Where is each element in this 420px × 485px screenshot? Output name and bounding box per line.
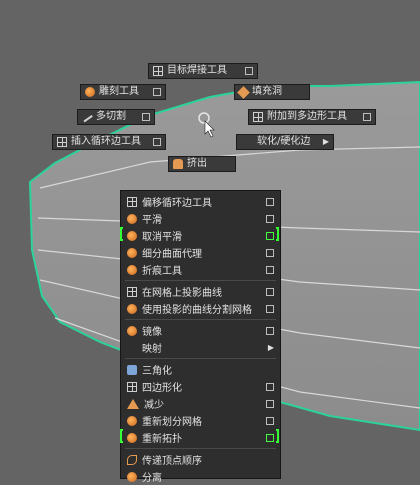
append-polygon-label: 附加到多边形工具 <box>267 111 347 122</box>
menu-item-separate[interactable]: 分离 <box>121 468 280 485</box>
menu-item-remesh[interactable]: 重新划分网格 <box>121 412 280 429</box>
option-box[interactable] <box>363 113 371 121</box>
option-box-highlighted[interactable] <box>266 231 274 240</box>
option-box[interactable] <box>266 399 274 408</box>
menu-item-subdiv-proxy[interactable]: 细分曲面代理 <box>121 244 280 261</box>
multi-cut-button[interactable]: 多切割 <box>77 109 155 125</box>
menu-item-quadrangulate[interactable]: 四边形化 <box>121 378 280 395</box>
menu-item-label: 镜像 <box>142 327 162 338</box>
sculpt-icon <box>85 87 95 97</box>
menu-item-label: 细分曲面代理 <box>142 249 202 260</box>
menu-separator <box>125 319 276 320</box>
menu-separator <box>125 280 276 281</box>
insert-edge-loop-button[interactable]: 插入循环边工具 <box>52 134 166 150</box>
context-menu: 偏移循环边工具 平滑 取消平滑 细分曲面代理 折痕工具 在网格上投影曲线 使用投… <box>120 190 281 484</box>
menu-item-label: 三角化 <box>142 366 172 377</box>
menu-item-reduce[interactable]: 减少 <box>121 395 280 412</box>
mirror-icon <box>127 325 137 336</box>
option-box[interactable] <box>142 113 150 121</box>
menu-item-label: 折痕工具 <box>142 266 182 277</box>
extrude-icon <box>173 159 183 169</box>
menu-item-label: 传递顶点顺序 <box>142 456 202 467</box>
option-box[interactable] <box>266 326 274 335</box>
highlight-bracket-left <box>120 227 123 241</box>
option-box[interactable] <box>266 248 274 257</box>
knife-icon <box>81 111 93 123</box>
subdiv-proxy-icon <box>127 247 137 258</box>
soften-harden-edge-label: 软化/硬化边 <box>257 136 311 147</box>
multi-cut-label: 多切割 <box>96 111 126 122</box>
menu-separator <box>125 358 276 359</box>
submenu-arrow-icon: ▶ <box>322 137 329 146</box>
project-curve-icon <box>127 286 137 297</box>
extrude-label: 挤出 <box>187 158 207 169</box>
soften-harden-edge-button[interactable]: 软化/硬化边 ▶ <box>236 134 334 150</box>
option-box[interactable] <box>266 287 274 296</box>
offset-loop-icon <box>127 196 137 207</box>
extrude-button[interactable]: 挤出 <box>168 156 236 172</box>
menu-item-label: 在网格上投影曲线 <box>142 288 222 299</box>
option-box[interactable] <box>266 214 274 223</box>
menu-item-label: 重新拓扑 <box>142 434 182 445</box>
insert-loop-icon <box>57 137 67 147</box>
menu-item-smooth[interactable]: 平滑 <box>121 210 280 227</box>
menu-item-split-mesh[interactable]: 使用投影的曲线分割网格 <box>121 300 280 317</box>
smooth-icon <box>127 213 137 224</box>
fill-hole-button[interactable]: 填充洞 <box>234 84 310 100</box>
split-mesh-icon <box>127 303 137 314</box>
submenu-arrow-icon: ▶ <box>267 343 274 352</box>
menu-item-label: 使用投影的曲线分割网格 <box>142 305 252 316</box>
triangulate-icon <box>127 364 137 375</box>
menu-separator <box>125 448 276 449</box>
option-box[interactable] <box>153 138 161 146</box>
menu-item-crease-tool[interactable]: 折痕工具 <box>121 261 280 278</box>
option-box-highlighted[interactable] <box>266 433 274 442</box>
option-box[interactable] <box>266 265 274 274</box>
remesh-icon <box>127 415 137 426</box>
option-box[interactable] <box>266 304 274 313</box>
menu-item-mirror[interactable]: 镜像 <box>121 322 280 339</box>
fill-hole-label: 填充洞 <box>252 86 282 97</box>
grid-icon <box>153 66 163 76</box>
append-polygon-icon <box>253 112 263 122</box>
option-box[interactable] <box>266 197 274 206</box>
highlight-bracket-right <box>276 429 279 443</box>
highlight-bracket-right <box>276 227 279 241</box>
option-box[interactable] <box>266 382 274 391</box>
menu-item-transfer-vertex-order[interactable]: 传递顶点顺序 <box>121 451 280 468</box>
menu-item-label: 映射 <box>142 344 162 355</box>
menu-item-triangulate[interactable]: 三角化 <box>121 361 280 378</box>
menu-item-label: 分离 <box>142 473 162 484</box>
transfer-vertex-icon <box>127 454 137 465</box>
option-box[interactable] <box>266 416 274 425</box>
option-box[interactable] <box>153 88 161 96</box>
target-weld-tool-label: 目标焊接工具 <box>167 65 227 76</box>
menu-item-project-curve[interactable]: 在网格上投影曲线 <box>121 283 280 300</box>
menu-item-label: 四边形化 <box>142 383 182 394</box>
insert-edge-loop-label: 插入循环边工具 <box>71 136 141 147</box>
menu-item-label: 平滑 <box>142 215 162 226</box>
menu-item-offset-edge-loop[interactable]: 偏移循环边工具 <box>121 193 280 210</box>
append-polygon-button[interactable]: 附加到多边形工具 <box>248 109 376 125</box>
menu-item-label: 减少 <box>144 400 164 411</box>
menu-item-label: 取消平滑 <box>142 232 182 243</box>
fill-hole-icon <box>237 85 250 99</box>
menu-item-label: 重新划分网格 <box>142 417 202 428</box>
menu-item-unsmooth[interactable]: 取消平滑 <box>121 227 280 244</box>
highlight-bracket-left <box>120 429 123 443</box>
menu-item-retopologize[interactable]: 重新拓扑 <box>121 429 280 446</box>
option-box[interactable] <box>245 67 253 75</box>
crease-icon <box>127 264 137 275</box>
sculpt-tool-label: 雕刻工具 <box>99 86 139 97</box>
unsmooth-icon <box>127 230 137 241</box>
reduce-icon <box>127 398 139 409</box>
retopo-icon <box>127 432 137 443</box>
sculpt-tool-button[interactable]: 雕刻工具 <box>80 84 166 100</box>
separate-icon <box>127 471 137 482</box>
menu-item-mapping[interactable]: 映射 ▶ <box>121 339 280 356</box>
menu-item-label: 偏移循环边工具 <box>142 198 212 209</box>
quadrangulate-icon <box>127 381 137 392</box>
target-weld-tool-button[interactable]: 目标焊接工具 <box>148 63 258 79</box>
